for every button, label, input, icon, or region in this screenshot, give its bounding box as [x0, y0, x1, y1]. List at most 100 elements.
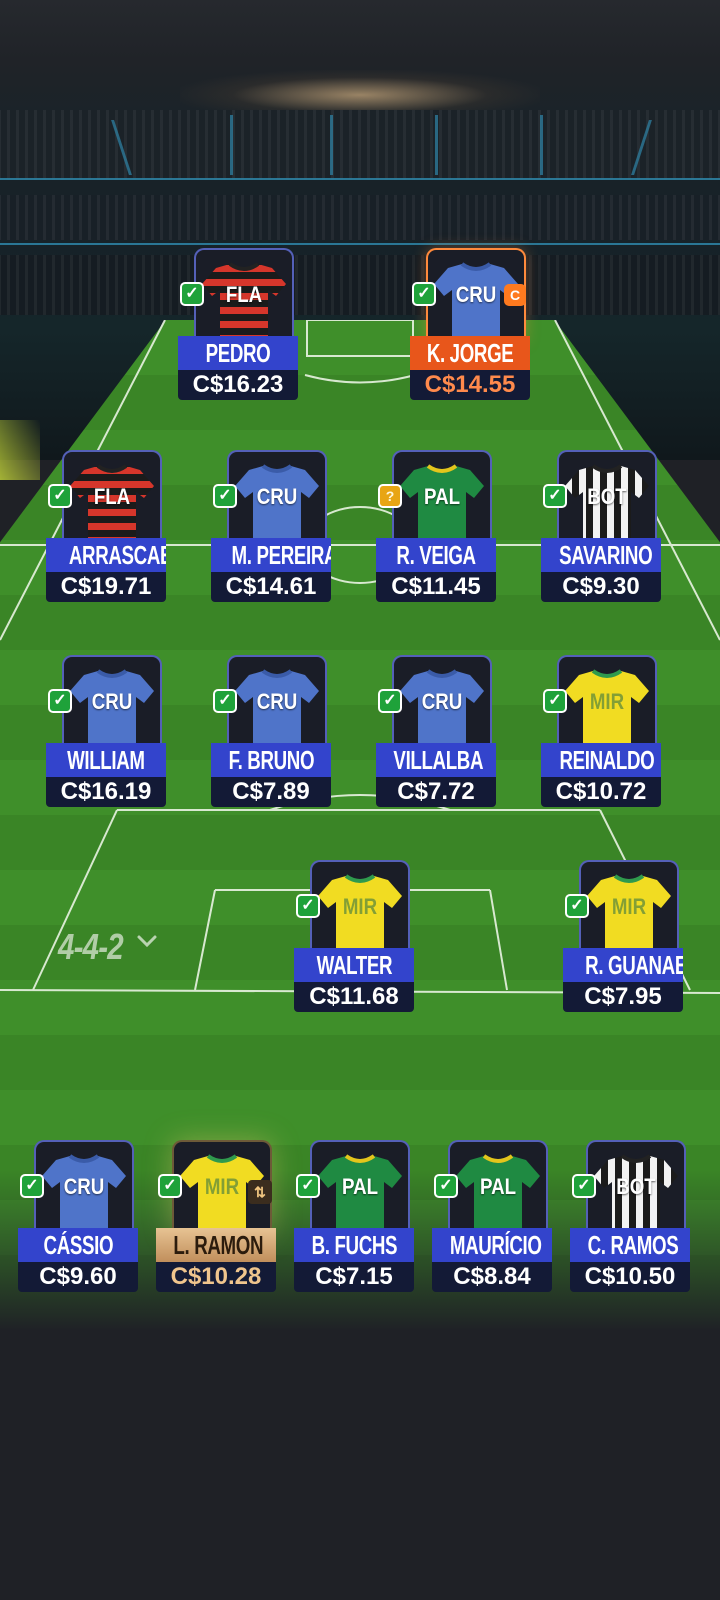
player-shirt-frame: MIR — [579, 860, 679, 954]
player-name-plate: C. RAMOS — [570, 1228, 690, 1262]
confirmed-status-icon: ✓ — [48, 484, 72, 508]
player-name-plate: WILLIAM — [46, 743, 166, 777]
stand-pillar — [330, 115, 333, 175]
confirmed-status-icon: ✓ — [213, 689, 237, 713]
player-card-lramon[interactable]: MIR ✓ ⇅ L. RAMON C$10.28 — [156, 1140, 276, 1292]
player-card-reinaldo[interactable]: MIR ✓ REINALDO C$10.72 — [541, 655, 661, 807]
player-card-pedro[interactable]: FLA ✓ PEDRO C$16.23 — [178, 248, 298, 400]
team-abbreviation: PAL — [479, 1174, 517, 1199]
team-abbreviation: CRU — [256, 484, 298, 509]
player-name: PEDRO — [205, 338, 271, 368]
player-card-arrascaeta[interactable]: FLA ✓ ARRASCAE... C$19.71 — [46, 450, 166, 602]
player-name: VILLALBA — [393, 745, 484, 775]
player-name-plate: L. RAMON — [156, 1228, 276, 1262]
player-name: F. BRUNO — [228, 745, 314, 775]
player-card-savarino[interactable]: BOT ✓ SAVARINO C$9.30 — [541, 450, 661, 602]
player-name: ARRASCAE... — [68, 540, 166, 570]
team-abbreviation: CRU — [91, 689, 133, 714]
confirmed-status-icon: ✓ — [434, 1174, 458, 1198]
player-shirt-frame: MIR — [557, 655, 657, 749]
player-price: C$8.84 — [432, 1262, 552, 1292]
team-abbreviation: PAL — [341, 1174, 379, 1199]
player-price: C$9.60 — [18, 1262, 138, 1292]
player-price: C$14.55 — [410, 370, 530, 400]
player-name-plate: MAURÍCIO — [432, 1228, 552, 1262]
confirmed-status-icon: ✓ — [296, 894, 320, 918]
player-price: C$7.15 — [294, 1262, 414, 1292]
chevron-down-icon[interactable] — [136, 930, 158, 952]
player-card-villalba[interactable]: CRU ✓ VILLALBA C$7.72 — [376, 655, 496, 807]
player-name: R. GUANAES — [585, 950, 683, 980]
player-card-cramos[interactable]: BOT ✓ C. RAMOS C$10.50 — [570, 1140, 690, 1292]
team-abbreviation: FLA — [93, 484, 131, 509]
team-abbreviation: MIR — [589, 689, 625, 714]
stand-beam — [0, 243, 720, 245]
player-name-plate: F. BRUNO — [211, 743, 331, 777]
swap-icon[interactable]: ⇅ — [248, 1180, 272, 1204]
player-price: C$10.72 — [541, 777, 661, 807]
player-card-william[interactable]: CRU ✓ WILLIAM C$16.19 — [46, 655, 166, 807]
player-name: R. VEIGA — [396, 540, 476, 570]
player-shirt-frame: FLA — [62, 450, 162, 544]
player-price: C$14.61 — [211, 572, 331, 602]
team-abbreviation: BOT — [616, 1174, 656, 1199]
player-name: K. JORGE — [426, 338, 514, 368]
team-abbreviation: MIR — [342, 894, 378, 919]
confirmed-status-icon: ✓ — [572, 1174, 596, 1198]
doubtful-status-icon: ? — [378, 484, 402, 508]
stand-pillar — [435, 115, 438, 175]
confirmed-status-icon: ✓ — [565, 894, 589, 918]
player-shirt-frame: PAL — [448, 1140, 548, 1234]
stands-middle — [0, 195, 720, 240]
confirmed-status-icon: ✓ — [158, 1174, 182, 1198]
player-name: L. RAMON — [173, 1230, 264, 1260]
team-abbreviation: BOT — [587, 484, 627, 509]
captain-badge: C — [504, 284, 526, 306]
player-price: C$7.95 — [563, 982, 683, 1012]
player-name: CÁSSIO — [43, 1230, 113, 1260]
player-name: B. FUCHS — [311, 1230, 397, 1260]
player-card-bfuchs[interactable]: PAL ✓ B. FUCHS C$7.15 — [294, 1140, 414, 1292]
player-price: C$16.19 — [46, 777, 166, 807]
player-card-fbruno[interactable]: CRU ✓ F. BRUNO C$7.89 — [211, 655, 331, 807]
player-name-plate: K. JORGE — [410, 336, 530, 370]
player-shirt-frame: CRU — [392, 655, 492, 749]
player-name-plate: R. VEIGA — [376, 538, 496, 572]
player-card-mpereira[interactable]: CRU ✓ M. PEREIRA C$14.61 — [211, 450, 331, 602]
stands-lower — [0, 255, 720, 315]
player-card-kjorge[interactable]: CRU ✓ C K. JORGE C$14.55 — [410, 248, 530, 400]
confirmed-status-icon: ✓ — [48, 689, 72, 713]
player-shirt-frame: CRU — [227, 450, 327, 544]
confirmed-status-icon: ✓ — [213, 484, 237, 508]
player-price: C$7.72 — [376, 777, 496, 807]
player-name-plate: CÁSSIO — [18, 1228, 138, 1262]
player-card-rveiga[interactable]: PAL ? R. VEIGA C$11.45 — [376, 450, 496, 602]
team-abbreviation: CRU — [256, 689, 298, 714]
player-card-walter[interactable]: MIR ✓ WALTER C$11.68 — [294, 860, 414, 1012]
team-abbreviation: FLA — [225, 282, 263, 307]
confirmed-status-icon: ✓ — [378, 689, 402, 713]
confirmed-status-icon: ✓ — [180, 282, 204, 306]
player-price: C$10.50 — [570, 1262, 690, 1292]
confirmed-status-icon: ✓ — [543, 689, 567, 713]
player-name: REINALDO — [559, 745, 655, 775]
player-card-rguanaes[interactable]: MIR ✓ R. GUANAES C$7.95 — [563, 860, 683, 1012]
confirmed-status-icon: ✓ — [412, 282, 436, 306]
player-shirt-frame: BOT — [557, 450, 657, 544]
player-name-plate: REINALDO — [541, 743, 661, 777]
team-abbreviation: CRU — [421, 689, 463, 714]
player-name-plate: WALTER — [294, 948, 414, 982]
formation-selector[interactable]: 4-4-2 — [58, 926, 124, 968]
player-shirt-frame: CRU — [62, 655, 162, 749]
stands-upper — [0, 110, 720, 180]
player-price: C$10.28 — [156, 1262, 276, 1292]
confirmed-status-icon: ✓ — [20, 1174, 44, 1198]
player-name: WALTER — [316, 950, 392, 980]
player-price: C$19.71 — [46, 572, 166, 602]
player-price: C$7.89 — [211, 777, 331, 807]
player-name-plate: VILLALBA — [376, 743, 496, 777]
player-card-cassio[interactable]: CRU ✓ CÁSSIO C$9.60 — [18, 1140, 138, 1292]
stand-pillar — [540, 115, 543, 175]
player-card-mauricio[interactable]: PAL ✓ MAURÍCIO C$8.84 — [432, 1140, 552, 1292]
player-name: M. PEREIRA — [231, 540, 331, 570]
